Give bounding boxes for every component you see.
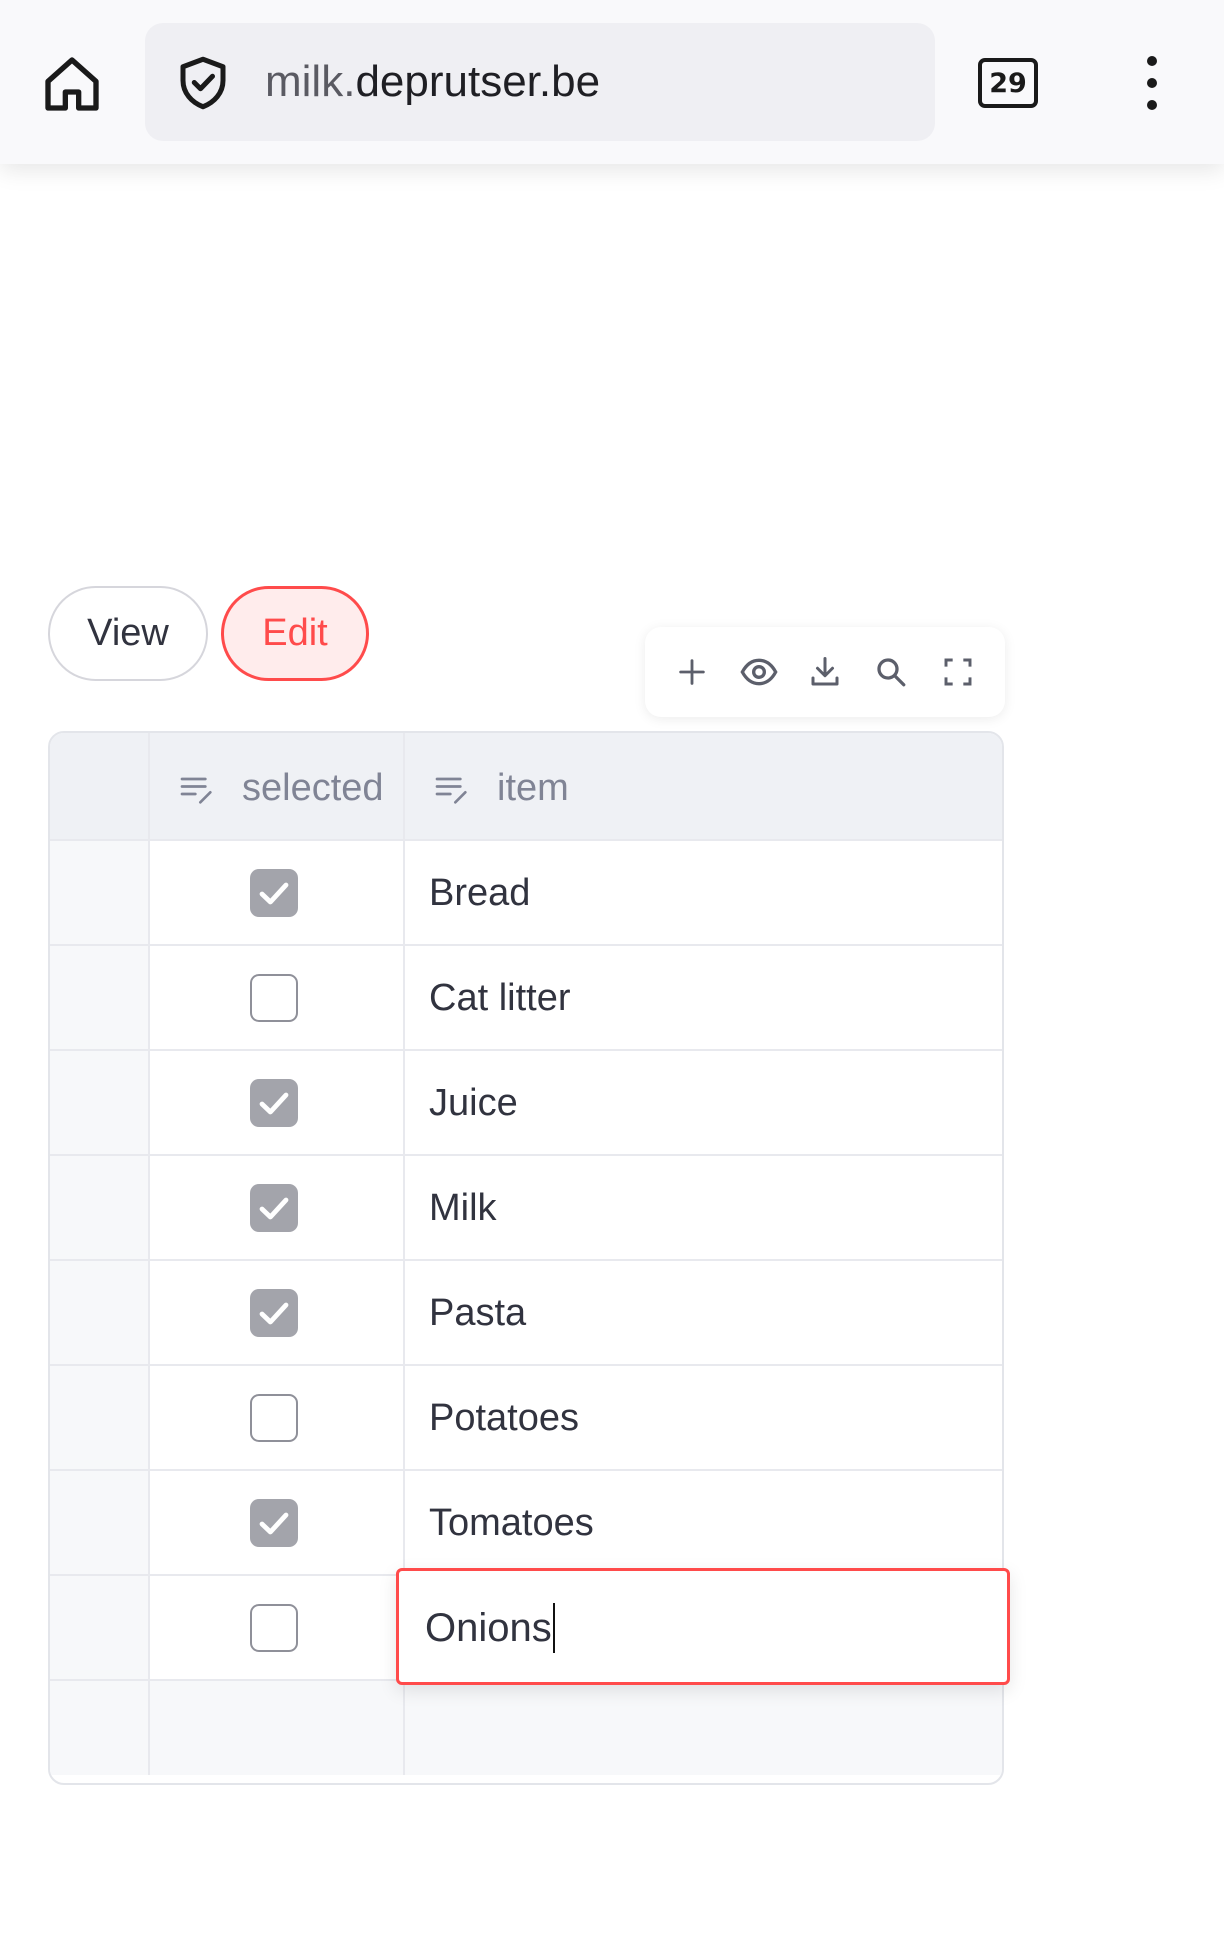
editable-column-icon [180, 777, 212, 804]
item-text: Cat litter [429, 977, 571, 1019]
item-text: Tomatoes [429, 1502, 594, 1544]
item-text: Juice [429, 1082, 518, 1124]
selected-cell[interactable] [150, 1471, 405, 1574]
item-cell[interactable]: Juice [405, 1051, 1002, 1154]
item-text: Pasta [429, 1292, 527, 1334]
row-index-cell[interactable] [50, 1471, 150, 1574]
empty-cell[interactable] [150, 1681, 405, 1775]
selected-cell[interactable] [150, 1261, 405, 1364]
row-index-cell[interactable] [50, 1261, 150, 1364]
row-index-header [50, 733, 150, 839]
item-cell[interactable]: Milk [405, 1156, 1002, 1259]
view-mode-button[interactable]: View [48, 586, 208, 681]
table-row: Juice [50, 1051, 1002, 1156]
table-row: Tomatoes [50, 1471, 1002, 1576]
selected-cell[interactable] [150, 841, 405, 944]
cell-editor-value: Onions [425, 1606, 552, 1650]
item-cell[interactable]: Tomatoes [405, 1471, 1002, 1574]
check-icon [259, 1512, 289, 1535]
checkbox-checked[interactable] [250, 1499, 298, 1547]
item-text: Potatoes [429, 1397, 579, 1439]
check-icon [259, 1302, 289, 1325]
row-index-cell [50, 1681, 150, 1775]
table-row: Bread [50, 841, 1002, 946]
row-index-cell[interactable] [50, 1366, 150, 1469]
checkbox-checked[interactable] [250, 1184, 298, 1232]
add-row-icon[interactable] [672, 652, 712, 692]
checkbox-checked[interactable] [250, 1289, 298, 1337]
column-header-label: item [497, 767, 569, 809]
item-cell[interactable]: Bread [405, 841, 1002, 944]
add-row-placeholder[interactable] [50, 1681, 1002, 1775]
empty-cell[interactable] [405, 1681, 1002, 1775]
edit-mode-button[interactable]: Edit [221, 586, 369, 681]
search-icon[interactable] [871, 652, 911, 692]
visibility-icon[interactable] [739, 652, 779, 692]
url-prefix: milk. [265, 57, 356, 106]
editable-column-icon [435, 777, 467, 804]
row-index-cell[interactable] [50, 1051, 150, 1154]
tab-counter-button[interactable]: 29 [978, 58, 1038, 108]
item-text: Bread [429, 872, 531, 914]
table-row: Milk [50, 1156, 1002, 1261]
text-caret [552, 1603, 555, 1653]
table-row: Cat litter [50, 946, 1002, 1051]
download-icon[interactable] [805, 652, 845, 692]
selected-cell[interactable] [150, 1051, 405, 1154]
checkbox-checked[interactable] [250, 1079, 298, 1127]
shield-icon [180, 56, 226, 110]
column-header-label: selected [242, 767, 384, 809]
selected-cell[interactable] [150, 946, 405, 1049]
table-header-row: selected item [50, 733, 1002, 841]
table-row: Pasta [50, 1261, 1002, 1366]
checkbox-unchecked[interactable] [250, 1394, 298, 1442]
checkbox-unchecked[interactable] [250, 974, 298, 1022]
cell-editor[interactable]: Onions [396, 1568, 1010, 1685]
checkbox-checked[interactable] [250, 869, 298, 917]
row-index-cell[interactable] [50, 1156, 150, 1259]
check-icon [259, 1197, 289, 1220]
column-header-item[interactable]: item [405, 733, 1002, 839]
column-header-selected[interactable]: selected [150, 733, 405, 839]
home-button[interactable] [34, 46, 110, 122]
item-cell[interactable]: Potatoes [405, 1366, 1002, 1469]
overflow-menu-icon[interactable] [1140, 56, 1164, 110]
selected-cell[interactable] [150, 1576, 405, 1679]
item-cell[interactable]: Cat litter [405, 946, 1002, 1049]
check-icon [259, 882, 289, 905]
selected-cell[interactable] [150, 1366, 405, 1469]
row-index-cell[interactable] [50, 1576, 150, 1679]
address-bar[interactable]: milk.deprutser.be [145, 23, 935, 141]
fullscreen-icon[interactable] [938, 652, 978, 692]
row-index-cell[interactable] [50, 946, 150, 1049]
cell-editor-input[interactable]: Onions [425, 1603, 555, 1653]
table-row: Potatoes [50, 1366, 1002, 1471]
item-cell[interactable]: Pasta [405, 1261, 1002, 1364]
table-toolbar [645, 627, 1005, 717]
item-text: Milk [429, 1187, 497, 1229]
check-icon [259, 1092, 289, 1115]
selected-cell[interactable] [150, 1156, 405, 1259]
home-icon [45, 57, 99, 111]
url-domain: deprutser.be [355, 57, 601, 106]
checkbox-unchecked[interactable] [250, 1604, 298, 1652]
browser-toolbar: milk.deprutser.be 29 [0, 0, 1224, 164]
row-index-cell[interactable] [50, 841, 150, 944]
url-text: milk.deprutser.be [265, 56, 600, 108]
